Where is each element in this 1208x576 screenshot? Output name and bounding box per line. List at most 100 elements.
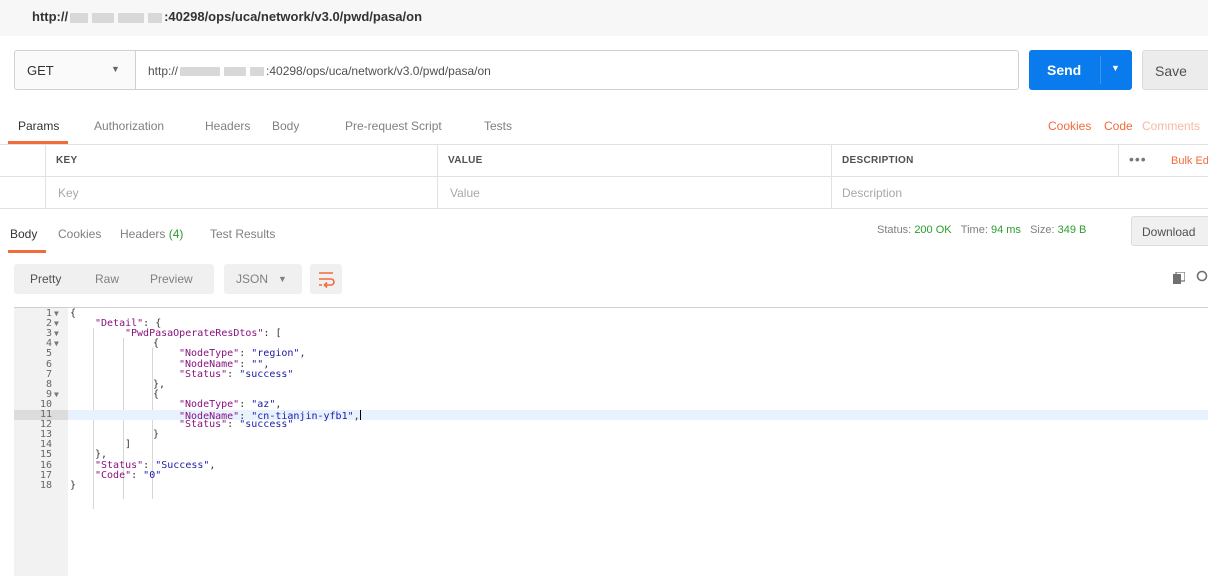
more-options-icon[interactable]: •••: [1129, 151, 1147, 167]
save-button[interactable]: Save: [1142, 50, 1208, 90]
line-number: 15: [39, 449, 52, 461]
tab-headers[interactable]: Headers: [205, 119, 250, 133]
view-preview[interactable]: Preview: [150, 272, 193, 286]
params-table: KEY VALUE DESCRIPTION ••• Bulk Edit Key …: [0, 144, 1208, 209]
active-response-tab-indicator: [8, 250, 46, 253]
url-text: http://:40298/ops/uca/network/v3.0/pwd/p…: [148, 64, 491, 78]
size-value: 349 B: [1057, 224, 1087, 236]
description-placeholder: Description: [842, 186, 903, 200]
download-button[interactable]: Download: [1131, 216, 1208, 246]
tab-body[interactable]: Body: [272, 119, 299, 133]
text-cursor: [359, 410, 361, 420]
wrap-lines-icon: [319, 272, 335, 289]
view-raw[interactable]: Raw: [95, 272, 119, 286]
code-text: }: [153, 429, 160, 441]
chevron-down-icon: ▼: [278, 274, 287, 284]
line-number: 3: [45, 328, 52, 340]
table-actions: ••• Bulk Edit: [1118, 145, 1208, 176]
value-header-label: VALUE: [448, 155, 483, 166]
redacted-host: [70, 12, 89, 23]
view-mode-group: Pretty Raw Preview: [14, 264, 214, 294]
code-text: ]: [125, 439, 132, 451]
fold-toggle-icon[interactable]: ▼: [54, 390, 59, 400]
json-string: "0": [143, 469, 162, 481]
request-title-bar: http://:40298/ops/uca/network/v3.0/pwd/p…: [0, 0, 1208, 36]
redacted-host: [92, 12, 115, 23]
json-punct: : [: [263, 328, 282, 340]
search-icon[interactable]: [1196, 270, 1208, 284]
description-header-label: DESCRIPTION: [842, 155, 914, 166]
copy-icon[interactable]: [1173, 272, 1185, 284]
json-string: "success": [239, 419, 294, 431]
code-line: 17 "Code": "0": [14, 469, 1208, 481]
tab-response-cookies[interactable]: Cookies: [58, 227, 101, 241]
fold-toggle-icon[interactable]: ▼: [54, 339, 59, 349]
params-header-row: KEY VALUE DESCRIPTION ••• Bulk Edit: [0, 145, 1208, 177]
line-number: 1: [45, 308, 52, 319]
line-number: 5: [45, 348, 52, 360]
fold-toggle-icon[interactable]: ▼: [54, 309, 59, 319]
line-number: 7: [45, 368, 52, 380]
headers-label: Headers: [120, 227, 166, 241]
status-label: Status:: [877, 224, 912, 236]
tab-tests[interactable]: Tests: [484, 119, 512, 133]
tab-authorization[interactable]: Authorization: [94, 119, 164, 133]
method-select[interactable]: GET ▼: [14, 50, 136, 90]
url-input[interactable]: http://:40298/ops/uca/network/v3.0/pwd/p…: [135, 50, 1019, 90]
save-label: Save: [1155, 63, 1187, 79]
code-text: {: [153, 338, 160, 350]
size-label: Size:: [1030, 224, 1055, 236]
json-string: "az": [251, 398, 276, 410]
code-text: }: [70, 479, 77, 491]
time-label: Time:: [960, 224, 988, 236]
redacted-host: [180, 67, 221, 77]
code-line: 8},: [14, 379, 1208, 390]
json-string: "Success": [155, 459, 210, 471]
bulk-edit-link[interactable]: Bulk Edit: [1171, 155, 1208, 167]
tab-response-headers[interactable]: Headers (4): [120, 227, 183, 241]
description-column-header: DESCRIPTION: [831, 145, 1131, 176]
code-text: {: [70, 308, 77, 319]
chevron-down-icon: ▼: [111, 64, 120, 74]
request-tabs: Params Authorization Headers Body Pre-re…: [0, 115, 1208, 144]
line-number: 2: [45, 318, 52, 330]
url-suffix: :40298/ops/uca/network/v3.0/pwd/pasa/on: [266, 64, 491, 78]
line-number: 18: [39, 479, 52, 491]
json-key: "Status": [179, 368, 228, 380]
tab-pre-request-script[interactable]: Pre-request Script: [345, 119, 442, 133]
value-input[interactable]: Value: [437, 177, 837, 208]
response-body-editor[interactable]: 1 ▼{ 2 ▼ "Detail": { 3 ▼ "PwdPasaOperateResDt…: [14, 307, 1208, 576]
redacted-host: [250, 67, 265, 77]
code-link[interactable]: Code: [1104, 119, 1133, 133]
tab-test-results[interactable]: Test Results: [210, 227, 275, 241]
chevron-down-icon[interactable]: ▼: [1111, 63, 1120, 73]
format-label: JSON: [236, 272, 269, 286]
view-pretty[interactable]: Pretty: [30, 272, 61, 286]
send-button[interactable]: Send ▼: [1029, 50, 1132, 90]
fold-toggle-icon[interactable]: ▼: [54, 319, 59, 329]
response-tabs: Body Cookies Headers (4) Test Results St…: [0, 216, 1208, 254]
code-line: 18}: [14, 479, 1208, 491]
line-number: 6: [45, 358, 52, 370]
wrap-lines-button[interactable]: [310, 264, 342, 294]
description-input[interactable]: Description: [831, 177, 1131, 208]
request-title: http://:40298/ops/uca/network/v3.0/pwd/p…: [32, 9, 422, 24]
status-value: 200 OK: [914, 224, 952, 236]
format-select[interactable]: JSON ▼: [224, 264, 302, 294]
redacted-host: [118, 12, 145, 23]
headers-count: (4): [168, 227, 184, 241]
send-divider: [1100, 56, 1101, 84]
key-header-label: KEY: [56, 155, 78, 166]
tab-params[interactable]: Params: [18, 119, 59, 133]
method-label: GET: [27, 63, 54, 78]
fold-toggle-icon[interactable]: ▼: [54, 329, 59, 339]
comments-link[interactable]: Comments: [1142, 119, 1200, 133]
key-column-header: KEY: [45, 145, 445, 176]
title-suffix: :40298/ops/uca/network/v3.0/pwd/pasa/on: [164, 9, 423, 24]
key-input[interactable]: Key: [45, 177, 445, 208]
json-string: "success": [239, 368, 294, 380]
value-column-header: VALUE: [437, 145, 837, 176]
cookies-link[interactable]: Cookies: [1048, 119, 1091, 133]
code-line: 7 "Status": "success": [14, 368, 1208, 380]
tab-response-body[interactable]: Body: [10, 227, 37, 241]
